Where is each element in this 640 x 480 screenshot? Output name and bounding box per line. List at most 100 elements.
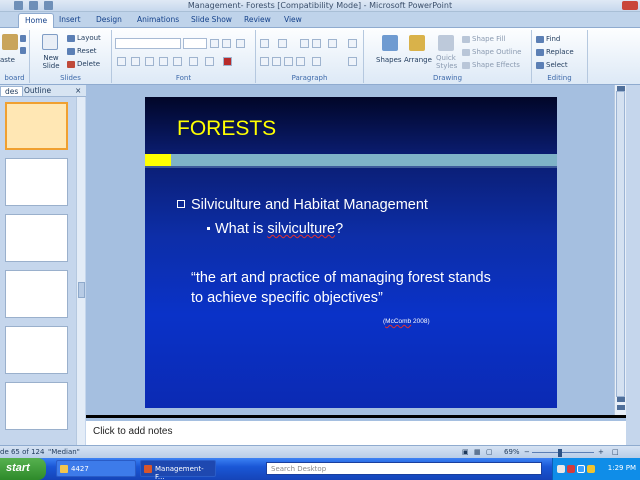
close-panel-icon[interactable]: × — [75, 86, 81, 95]
layout-label: Layout — [77, 34, 101, 42]
tab-view[interactable]: View — [284, 15, 302, 24]
italic-icon[interactable] — [131, 57, 140, 66]
slide-thumbnail[interactable] — [5, 382, 68, 430]
select-button[interactable]: Select — [536, 61, 568, 69]
normal-view-icon[interactable]: ▣ — [462, 448, 469, 456]
tray-icon[interactable] — [587, 465, 595, 473]
editing-group: Find Replace Select Editing — [532, 30, 588, 83]
vertical-scroll-thumb[interactable] — [616, 91, 625, 397]
thumbnail-scrollbar[interactable] — [76, 97, 85, 445]
quick-styles-button[interactable]: Quick Styles — [436, 54, 457, 70]
delete-button[interactable]: Delete — [67, 60, 100, 68]
numbering-icon[interactable] — [278, 39, 287, 48]
zoom-out-icon[interactable]: − — [524, 448, 530, 456]
shapes-button[interactable]: Shapes — [376, 56, 402, 64]
citation[interactable]: (McComb 2008) — [383, 318, 430, 325]
shadow-icon[interactable] — [173, 57, 182, 66]
grow-font-icon[interactable] — [210, 39, 219, 48]
decrease-indent-icon[interactable] — [300, 39, 309, 48]
tab-animations[interactable]: Animations — [137, 15, 179, 24]
slide-thumbnail[interactable] — [5, 102, 68, 150]
copy-icon[interactable] — [20, 46, 28, 54]
justify-icon[interactable] — [296, 57, 305, 66]
shape-fill-button[interactable]: Shape Fill — [462, 35, 506, 43]
arrange-icon[interactable] — [409, 35, 425, 51]
close-window-button[interactable] — [622, 1, 638, 10]
tray-icon[interactable] — [567, 465, 575, 473]
desktop-search-input[interactable]: Search Desktop — [266, 462, 542, 475]
zoom-slider[interactable] — [532, 452, 594, 453]
slide-sorter-icon[interactable]: ▦ — [474, 448, 481, 456]
find-button[interactable]: Find — [536, 35, 560, 43]
title-accent-block — [145, 154, 171, 166]
shape-effects-button[interactable]: Shape Effects — [462, 61, 520, 69]
notes-pane[interactable]: Click to add notes — [86, 418, 626, 445]
zoom-in-icon[interactable]: + — [598, 448, 604, 456]
taskbar-item-folder[interactable]: 4427 — [56, 460, 136, 477]
columns-icon[interactable] — [312, 57, 321, 66]
reset-button[interactable]: Reset — [67, 47, 97, 55]
tab-slide-show[interactable]: Slide Show — [191, 15, 232, 24]
strikethrough-icon[interactable] — [159, 57, 168, 66]
zoom-slider-handle[interactable] — [558, 449, 562, 457]
slide-canvas[interactable]: FORESTS Silviculture and Habitat Managem… — [145, 97, 557, 408]
tab-review[interactable]: Review — [244, 15, 271, 24]
taskbar-item-powerpoint[interactable]: Management- F... — [140, 460, 216, 480]
tray-icon[interactable] — [557, 465, 565, 473]
new-slide-button[interactable]: New Slide — [40, 54, 62, 70]
cut-icon[interactable] — [20, 34, 28, 42]
font-name-dropdown[interactable] — [115, 38, 181, 49]
start-button[interactable]: start — [0, 458, 46, 480]
slide-title[interactable]: FORESTS — [177, 117, 276, 141]
font-size-dropdown[interactable] — [183, 38, 207, 49]
paste-button[interactable]: aste — [0, 56, 15, 64]
bullet-level1[interactable]: Silviculture and Habitat Management — [177, 197, 428, 213]
tab-slides[interactable]: des — [0, 86, 24, 96]
definition-quote[interactable]: “the art and practice of managing forest… — [191, 268, 551, 308]
thumbnail-scroll-thumb[interactable] — [78, 282, 85, 298]
font-color-icon[interactable] — [223, 57, 232, 66]
arrange-button[interactable]: Arrange — [404, 56, 432, 64]
replace-button[interactable]: Replace — [536, 48, 574, 56]
change-case-icon[interactable] — [205, 57, 214, 66]
align-left-icon[interactable] — [260, 57, 269, 66]
notes-placeholder[interactable]: Click to add notes — [93, 426, 173, 437]
character-spacing-icon[interactable] — [189, 57, 198, 66]
tab-insert[interactable]: Insert — [59, 15, 81, 24]
next-slide-icon[interactable] — [617, 405, 625, 410]
text-direction-icon[interactable] — [348, 39, 357, 48]
paste-icon[interactable] — [2, 34, 18, 50]
smartart-icon[interactable] — [348, 57, 357, 66]
vertical-scrollbar[interactable] — [614, 85, 626, 415]
system-clock[interactable]: 1:29 PM — [608, 464, 636, 472]
slides-group-label: Slides — [60, 74, 81, 82]
bullets-icon[interactable] — [260, 39, 269, 48]
slide-thumbnail[interactable] — [5, 214, 68, 262]
zoom-level[interactable]: 69% — [504, 448, 520, 456]
quick-styles-icon[interactable] — [438, 35, 454, 51]
tab-design[interactable]: Design — [96, 15, 122, 24]
slide-thumbnail[interactable] — [5, 270, 68, 318]
tab-outline[interactable]: Outline — [24, 86, 51, 95]
shape-outline-label: Shape Outline — [472, 48, 522, 56]
shapes-icon[interactable] — [382, 35, 398, 51]
bold-icon[interactable] — [117, 57, 126, 66]
tab-home[interactable]: Home — [18, 13, 55, 28]
align-right-icon[interactable] — [284, 57, 293, 66]
slide-thumbnail[interactable] — [5, 158, 68, 206]
slideshow-view-icon[interactable]: ▢ — [486, 448, 493, 456]
fit-to-window-icon[interactable]: □ — [612, 448, 619, 456]
align-center-icon[interactable] — [272, 57, 281, 66]
increase-indent-icon[interactable] — [312, 39, 321, 48]
layout-button[interactable]: Layout — [67, 34, 101, 42]
bullet-level2[interactable]: What is silviculture? — [207, 221, 343, 237]
shape-outline-button[interactable]: Shape Outline — [462, 48, 521, 56]
underline-icon[interactable] — [145, 57, 154, 66]
new-slide-icon[interactable] — [42, 34, 58, 50]
shrink-font-icon[interactable] — [222, 39, 231, 48]
tray-icon[interactable] — [577, 465, 585, 473]
previous-slide-icon[interactable] — [617, 397, 625, 402]
slide-thumbnail[interactable] — [5, 326, 68, 374]
clear-formatting-icon[interactable] — [236, 39, 245, 48]
line-spacing-icon[interactable] — [328, 39, 337, 48]
